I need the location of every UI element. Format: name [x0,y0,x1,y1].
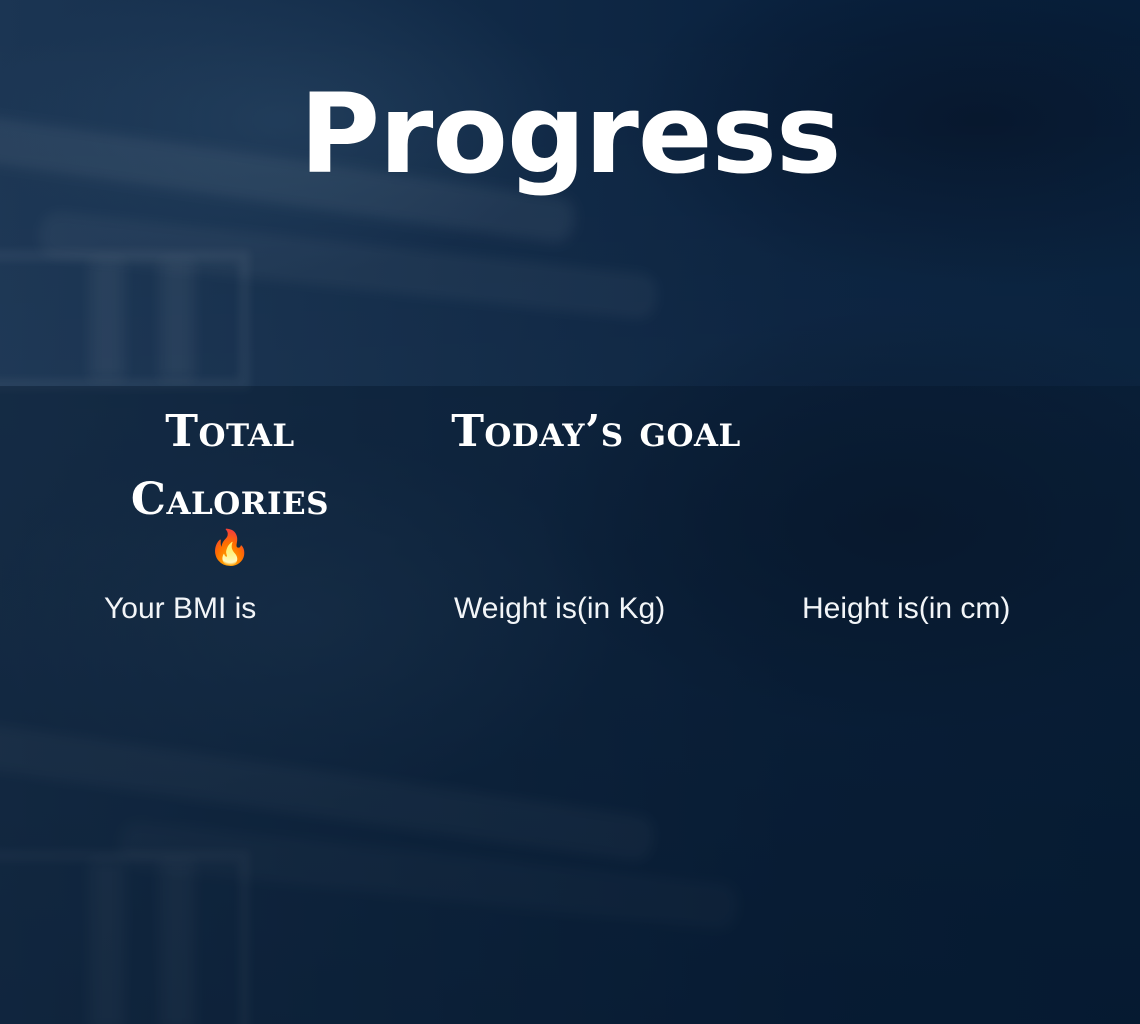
total-calories-title: Total Calories [130,406,330,525]
weight-label: Weight is(in Kg) [454,592,666,625]
page-title: Progress [299,69,842,198]
todays-goal-stat: Today’s goal [446,398,746,466]
total-calories-stat: Total Calories 🔥 [80,398,380,570]
background-pillar [90,260,124,380]
background-pillar [160,260,194,380]
height-label: Height is(in cm) [802,592,1011,625]
background-window [0,250,250,390]
fire-icon: 🔥 [208,528,252,568]
bmi-label: Your BMI is [104,592,257,625]
todays-goal-title: Today’s goal [451,406,741,457]
